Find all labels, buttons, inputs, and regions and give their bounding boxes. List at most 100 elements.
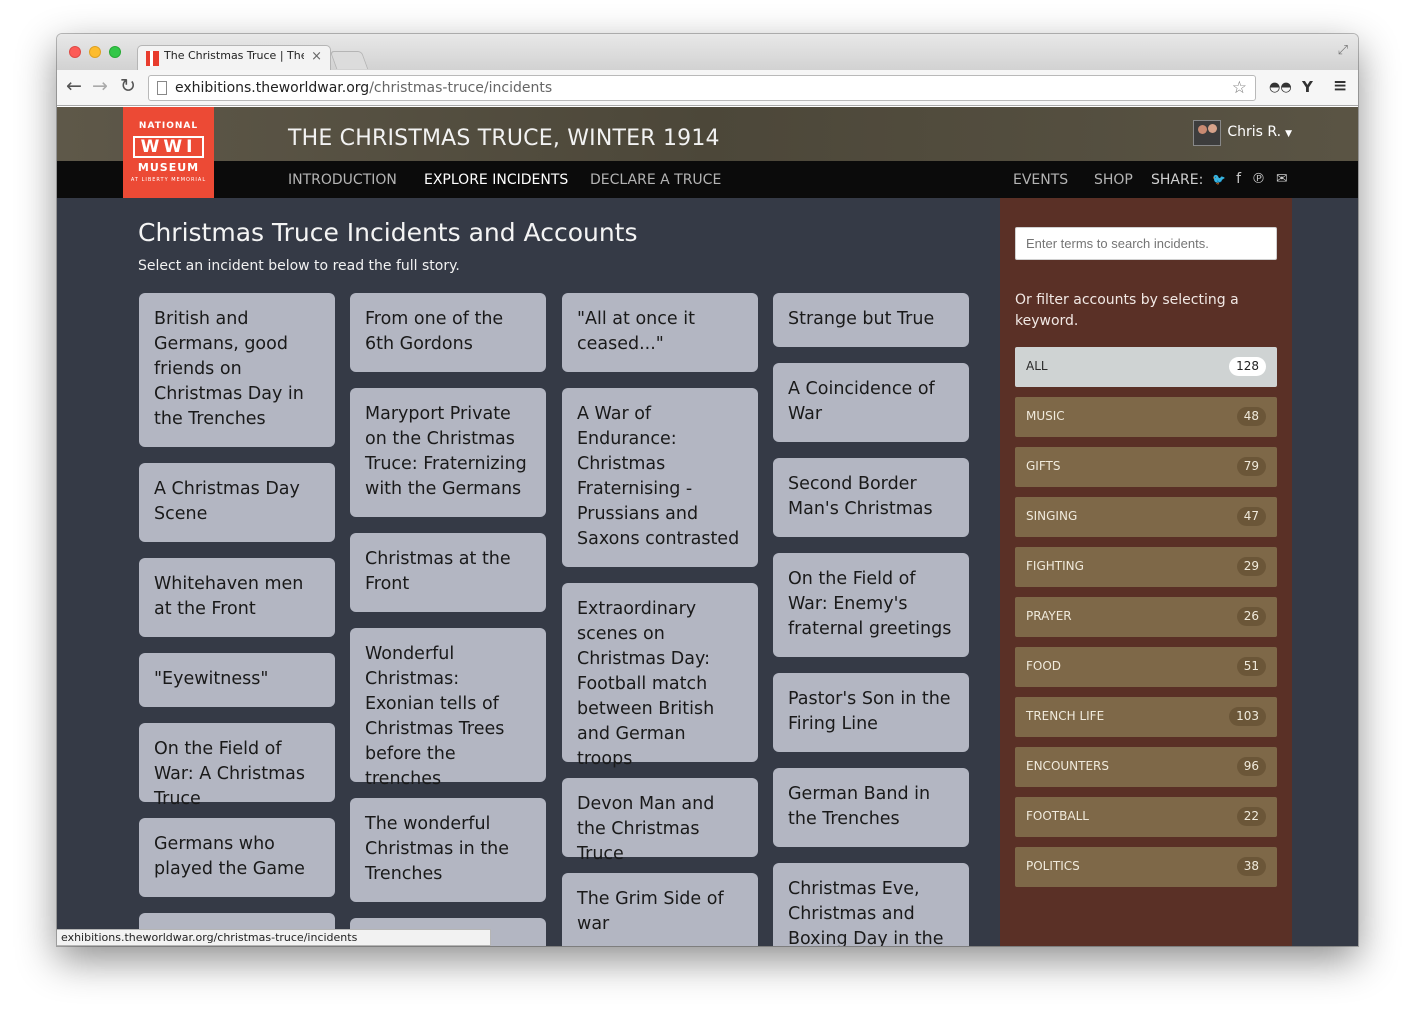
filter-count-badge: 96 bbox=[1236, 757, 1266, 776]
browser-tab[interactable]: The Christmas Truce | The × bbox=[137, 45, 331, 71]
page-icon bbox=[157, 81, 167, 95]
search-input[interactable] bbox=[1015, 227, 1277, 260]
filter-encounters[interactable]: ENCOUNTERS 96 bbox=[1015, 747, 1277, 787]
facebook-icon[interactable]: f bbox=[1236, 171, 1241, 187]
filter-count-badge: 128 bbox=[1229, 357, 1266, 376]
incident-card[interactable]: Wonderful Christmas: Exonian tells of Ch… bbox=[350, 628, 546, 789]
pinterest-icon[interactable]: ℗ bbox=[1252, 171, 1266, 187]
incident-card[interactable]: British and Germans, good friends on Chr… bbox=[139, 293, 335, 447]
zoom-window-button[interactable] bbox=[109, 46, 121, 58]
logo-line-sub: AT LIBERTY MEMORIAL bbox=[130, 177, 207, 183]
tab-title: The Christmas Truce | The bbox=[164, 49, 304, 62]
filter-label-text: FIGHTING bbox=[1026, 559, 1084, 573]
browser-window: The Christmas Truce | The × ⤢ ← → ↻ exhi… bbox=[57, 34, 1358, 946]
user-menu[interactable]: Chris R. ▼ bbox=[1193, 119, 1292, 147]
incident-card[interactable]: A Coincidence of War bbox=[773, 363, 969, 442]
logo-line-bottom: MUSEUM bbox=[137, 161, 200, 174]
nav-events[interactable]: EVENTS bbox=[1013, 172, 1068, 188]
incident-card[interactable]: On the Field of War: Enemy's fraternal g… bbox=[773, 553, 969, 657]
filter-trench-life[interactable]: TRENCH LIFE 103 bbox=[1015, 697, 1277, 737]
fullscreen-icon[interactable]: ⤢ bbox=[1338, 43, 1348, 58]
incident-card[interactable]: "Eyewitness" bbox=[139, 653, 335, 707]
site-nav: INTRODUCTION EXPLORE INCIDENTS DECLARE A… bbox=[57, 161, 1358, 198]
filter-label-text: POLITICS bbox=[1026, 859, 1080, 873]
extension-y-icon[interactable]: Y bbox=[1302, 78, 1313, 96]
status-bar: exhibitions.theworldwar.org/christmas-tr… bbox=[57, 929, 491, 946]
incident-card[interactable]: Strange but True bbox=[773, 293, 969, 347]
reload-icon[interactable]: ↻ bbox=[120, 76, 136, 96]
museum-logo[interactable]: NATIONAL WWI MUSEUM AT LIBERTY MEMORIAL bbox=[123, 107, 214, 198]
logo-line-top: NATIONAL bbox=[138, 121, 199, 131]
filter-football[interactable]: FOOTBALL 22 bbox=[1015, 797, 1277, 837]
filter-fighting[interactable]: FIGHTING 29 bbox=[1015, 547, 1277, 587]
incognito-mask-icon[interactable]: ◓◓ bbox=[1269, 80, 1292, 95]
url-path: /christmas-truce/incidents bbox=[369, 80, 553, 96]
incident-card[interactable]: "All at once it ceased..." bbox=[562, 293, 758, 372]
filter-label-text: PRAYER bbox=[1026, 609, 1072, 623]
filter-count-badge: 103 bbox=[1229, 707, 1266, 726]
filter-singing[interactable]: SINGING 47 bbox=[1015, 497, 1277, 537]
back-icon[interactable]: ← bbox=[66, 76, 82, 96]
filter-food[interactable]: FOOD 51 bbox=[1015, 647, 1277, 687]
page-subtitle: Select an incident below to read the ful… bbox=[138, 258, 460, 274]
filter-label-text: MUSIC bbox=[1026, 409, 1065, 423]
nav-introduction[interactable]: INTRODUCTION bbox=[288, 172, 397, 188]
main-content: Christmas Truce Incidents and Accounts S… bbox=[57, 198, 999, 946]
incident-card[interactable]: Extraordinary scenes on Christmas Day: F… bbox=[562, 583, 758, 769]
filter-count-badge: 26 bbox=[1236, 607, 1266, 626]
filter-prayer[interactable]: PRAYER 26 bbox=[1015, 597, 1277, 637]
bookmark-star-icon[interactable]: ☆ bbox=[1232, 78, 1247, 98]
filter-label-text: FOOD bbox=[1026, 659, 1062, 673]
incident-card[interactable]: On the Field of War: A Christmas Truce bbox=[139, 723, 335, 809]
filter-count-badge: 38 bbox=[1236, 857, 1266, 876]
incident-card[interactable]: Christmas Eve, Christmas and Boxing Day … bbox=[773, 863, 969, 946]
filter-label-text: TRENCH LIFE bbox=[1026, 709, 1105, 723]
forward-icon[interactable]: → bbox=[92, 76, 108, 96]
twitter-icon[interactable]: 🐦 bbox=[1212, 173, 1226, 186]
filter-count-badge: 48 bbox=[1236, 407, 1266, 426]
incident-card[interactable]: Second Border Man's Christmas bbox=[773, 458, 969, 537]
nav-explore-incidents[interactable]: EXPLORE INCIDENTS bbox=[424, 172, 568, 188]
filter-gifts[interactable]: GIFTS 79 bbox=[1015, 447, 1277, 487]
incident-card[interactable]: Christmas at the Front bbox=[350, 533, 546, 612]
favicon-icon bbox=[146, 51, 159, 66]
incident-card[interactable]: Pastor's Son in the Firing Line bbox=[773, 673, 969, 752]
filter-politics[interactable]: POLITICS 38 bbox=[1015, 847, 1277, 887]
incident-card[interactable]: German Band in the Trenches bbox=[773, 768, 969, 847]
share-icons: 🐦 f ℗ ✉ bbox=[1212, 171, 1294, 187]
incident-card[interactable]: Germans who played the Game bbox=[139, 818, 335, 897]
incident-card[interactable]: The Grim Side of war bbox=[562, 873, 758, 946]
incident-card[interactable]: From one of the 6th Gordons bbox=[350, 293, 546, 372]
avatar[interactable] bbox=[1193, 120, 1222, 146]
new-tab-button[interactable] bbox=[329, 51, 369, 69]
nav-declare-truce[interactable]: DECLARE A TRUCE bbox=[590, 172, 721, 188]
incident-card[interactable]: A War of Endurance: Christmas Fraternisi… bbox=[562, 388, 758, 567]
incident-card[interactable]: Whitehaven men at the Front bbox=[139, 558, 335, 637]
filter-count-badge: 29 bbox=[1236, 557, 1266, 576]
incident-card[interactable]: Maryport Private on the Christmas Truce:… bbox=[350, 388, 546, 517]
menu-icon[interactable]: ≡ bbox=[1333, 76, 1347, 96]
incident-card[interactable]: Devon Man and the Christmas Truce bbox=[562, 778, 758, 864]
page-title: Christmas Truce Incidents and Accounts bbox=[138, 218, 638, 247]
incident-card[interactable]: The wonderful Christmas in the Trenches bbox=[350, 798, 546, 902]
address-bar[interactable]: exhibitions.theworldwar.org/christmas-tr… bbox=[148, 75, 1256, 101]
user-name[interactable]: Chris R. bbox=[1227, 124, 1281, 140]
tab-close-icon[interactable]: × bbox=[311, 49, 322, 64]
caret-down-icon[interactable]: ▼ bbox=[1285, 129, 1292, 139]
filter-count-badge: 47 bbox=[1236, 507, 1266, 526]
filter-count-badge: 51 bbox=[1236, 657, 1266, 676]
filter-label-text: SINGING bbox=[1026, 509, 1078, 523]
minimize-window-button[interactable] bbox=[89, 46, 101, 58]
nav-shop[interactable]: SHOP bbox=[1094, 172, 1133, 188]
filter-all[interactable]: ALL 128 bbox=[1015, 347, 1277, 387]
filter-music[interactable]: MUSIC 48 bbox=[1015, 397, 1277, 437]
close-window-button[interactable] bbox=[69, 46, 81, 58]
share-label: SHARE: bbox=[1151, 172, 1204, 188]
logo-line-mid: WWI bbox=[133, 136, 204, 158]
incident-card[interactable]: A Christmas Day Scene bbox=[139, 463, 335, 542]
email-icon[interactable]: ✉ bbox=[1276, 171, 1288, 187]
site-title: THE CHRISTMAS TRUCE, WINTER 1914 bbox=[288, 126, 720, 151]
url-host: exhibitions.theworldwar.org bbox=[175, 80, 370, 96]
filter-label-text: ALL bbox=[1026, 359, 1048, 373]
filter-count-badge: 22 bbox=[1236, 807, 1266, 826]
